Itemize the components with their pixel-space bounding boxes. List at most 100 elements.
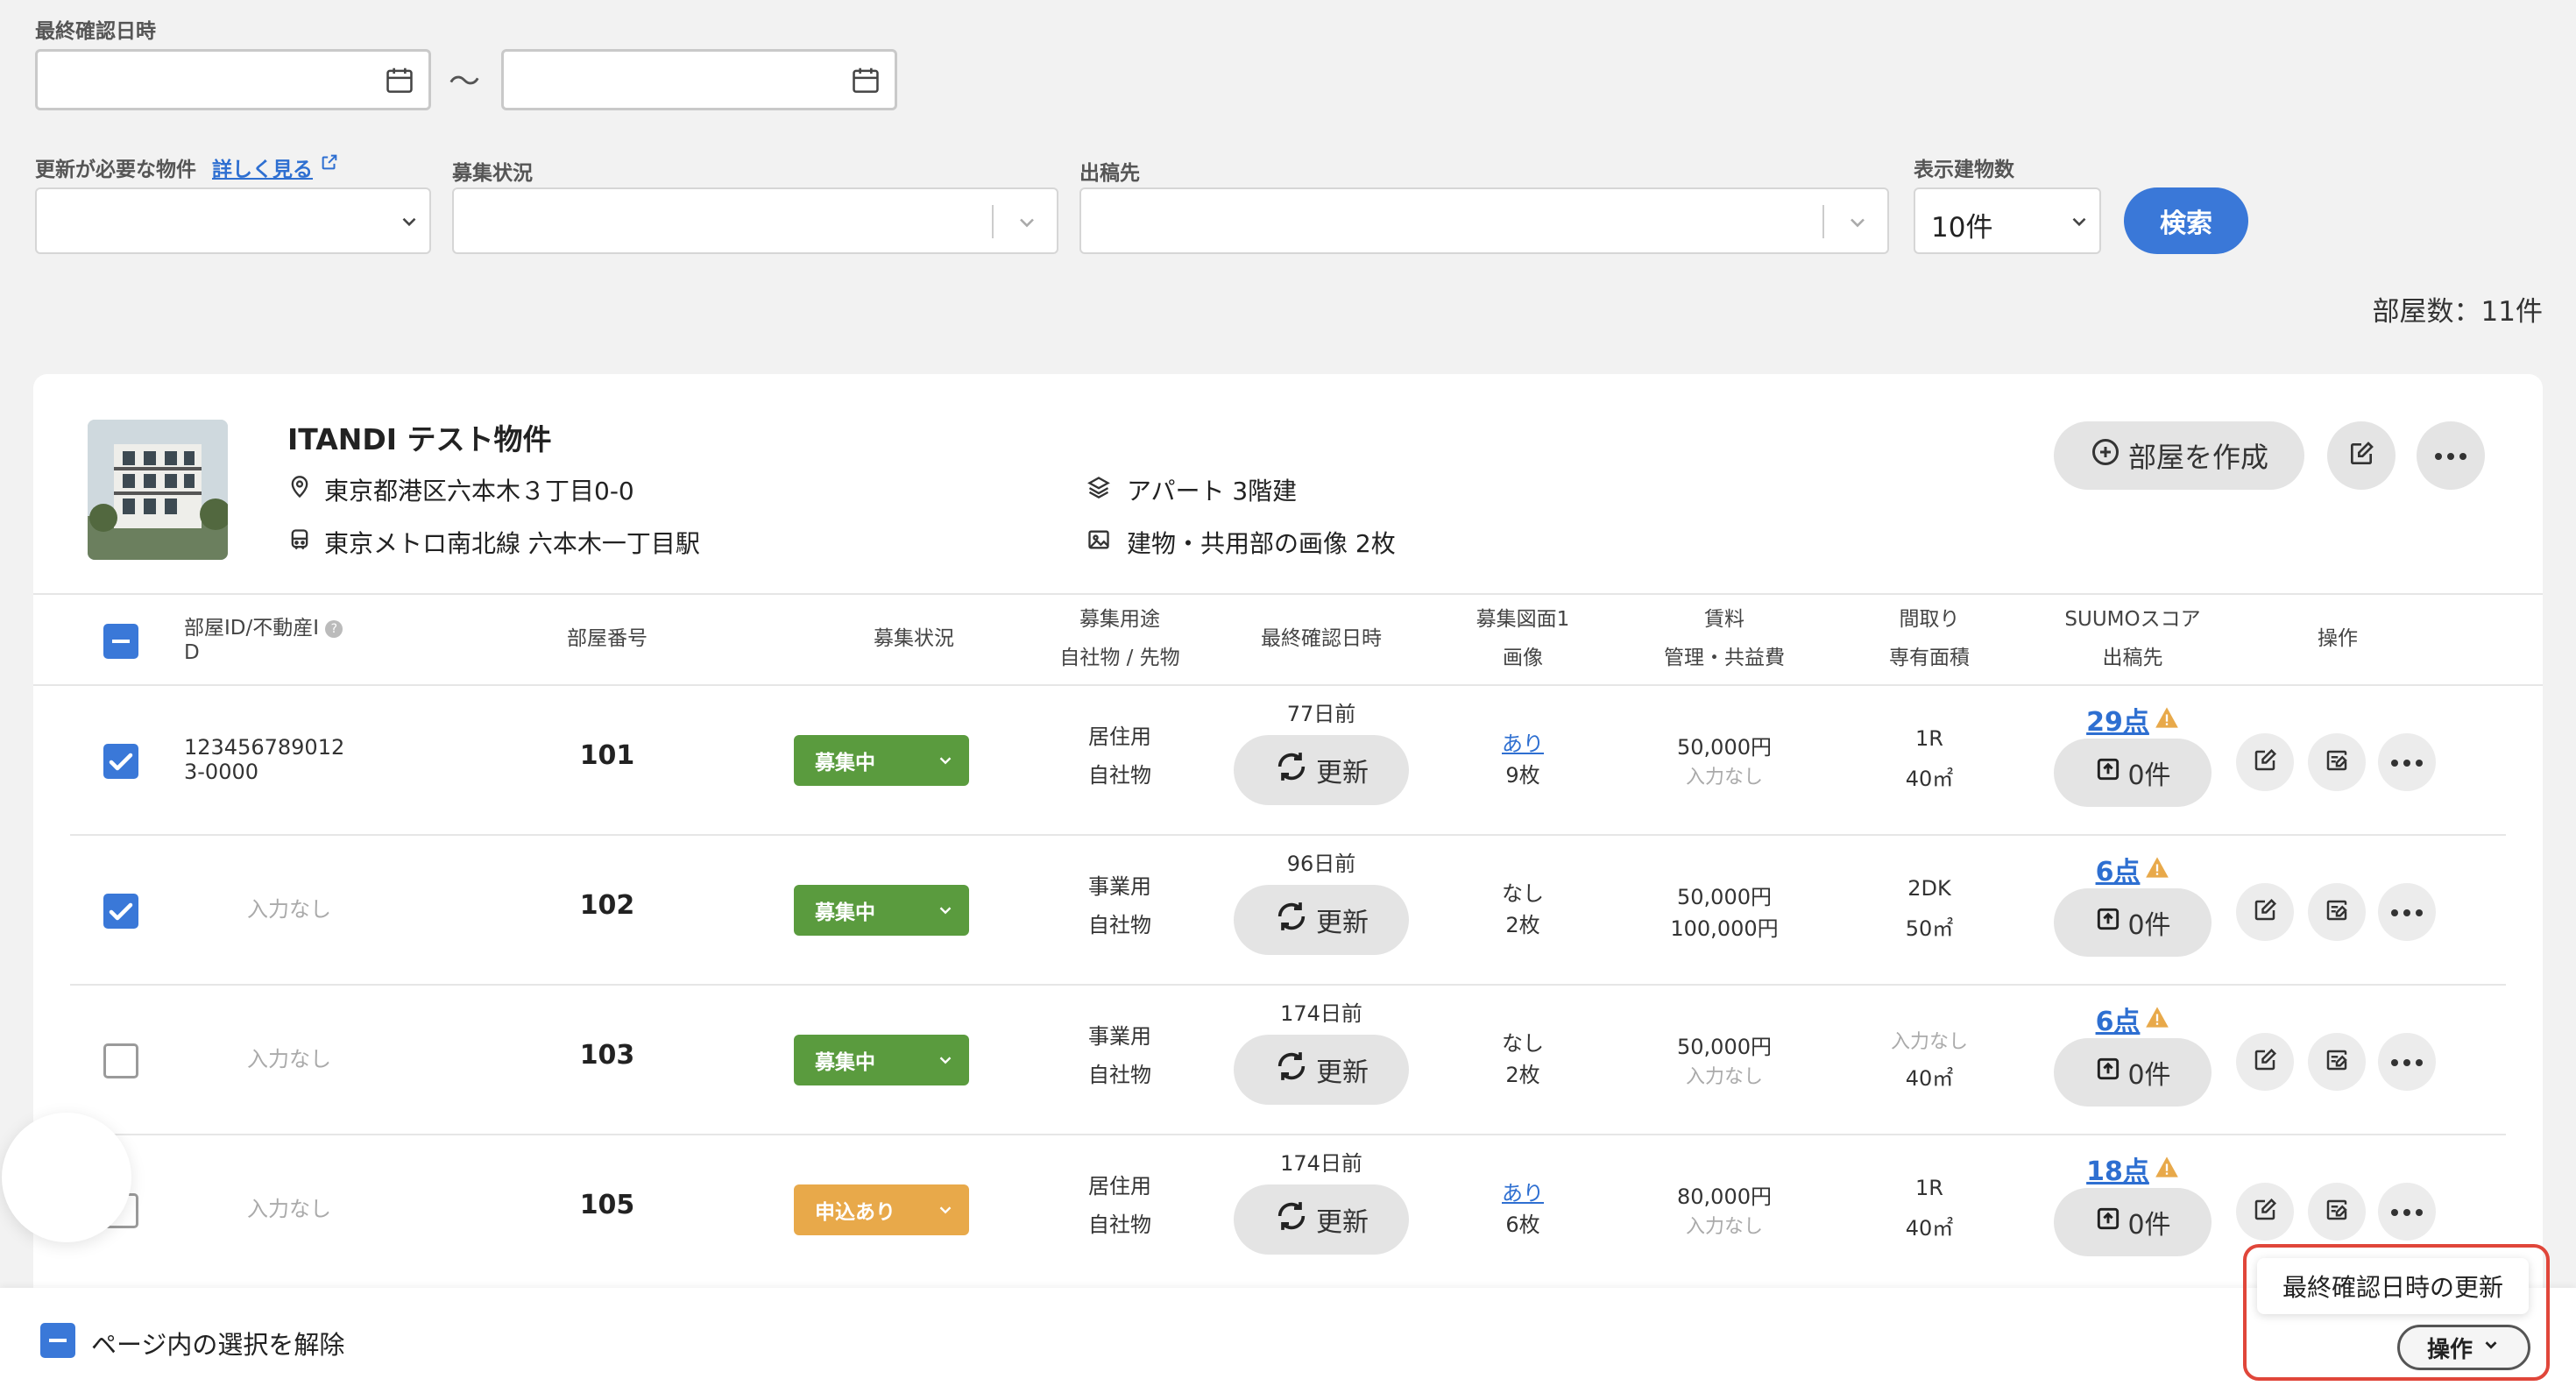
- row-edit-button[interactable]: [2236, 883, 2294, 941]
- property-type: アパート 3階建: [1127, 477, 1298, 506]
- room-id: 入力なし: [184, 1047, 394, 1071]
- chevron-down-icon: [936, 1050, 955, 1075]
- room-id-line1: 入力なし: [247, 897, 331, 922]
- status-badge[interactable]: 募集中: [794, 1035, 969, 1085]
- update-button[interactable]: 更新: [1234, 1184, 1409, 1255]
- row-more-button[interactable]: [2378, 733, 2436, 791]
- calendar-icon[interactable]: [383, 64, 416, 97]
- header-room-id: 部屋ID/不動産I ? D: [184, 616, 394, 665]
- row-checkbox[interactable]: [103, 744, 138, 779]
- publish-count-button[interactable]: 0件: [2054, 1038, 2212, 1107]
- ownership: 自社物: [1088, 1063, 1151, 1087]
- purpose: 事業用: [1088, 874, 1151, 899]
- publish-count-button[interactable]: 0件: [2054, 739, 2212, 807]
- row-edit-button[interactable]: [2236, 1183, 2294, 1241]
- ownership: 自社物: [1088, 1213, 1151, 1237]
- display-count-select[interactable]: 10件: [1914, 187, 2101, 254]
- date-from-input[interactable]: [35, 49, 431, 110]
- more-dots-icon: [2390, 904, 2424, 921]
- row-memo-button[interactable]: [2308, 733, 2366, 791]
- recruit-status-select[interactable]: [452, 187, 1058, 254]
- floorplan-status[interactable]: あり: [1418, 726, 1628, 757]
- image-icon: [1086, 527, 1111, 558]
- last-confirmed-label: 最終確認日時: [35, 20, 156, 43]
- image-count: 2枚: [1505, 1063, 1540, 1087]
- status-badge[interactable]: 募集中: [794, 735, 969, 786]
- property-type-row: アパート 3階建: [1086, 472, 1297, 507]
- search-button[interactable]: 検索: [2124, 187, 2248, 254]
- row-more-button[interactable]: [2378, 1183, 2436, 1241]
- menu-item-update-last-confirmed[interactable]: 最終確認日時の更新: [2257, 1258, 2529, 1314]
- property-images: 建物・共用部の画像 2枚: [1127, 529, 1396, 558]
- needs-update-select[interactable]: [35, 187, 431, 254]
- deselect-label[interactable]: ページ内の選択を解除: [91, 1325, 344, 1361]
- row-memo-button[interactable]: [2308, 1033, 2366, 1091]
- deselect-checkbox[interactable]: [40, 1323, 75, 1358]
- suumo-score-link[interactable]: 6点: [2096, 1000, 2141, 1038]
- floor-area: 40㎡: [1905, 767, 1954, 791]
- property-name: ITANDI テスト物件: [287, 422, 552, 456]
- update-button[interactable]: 更新: [1234, 735, 1409, 805]
- calendar-icon[interactable]: [849, 64, 882, 97]
- row-memo-button[interactable]: [2308, 1183, 2366, 1241]
- publish-count-button[interactable]: 0件: [2054, 1188, 2212, 1256]
- edit-property-button[interactable]: [2327, 421, 2396, 490]
- status-badge[interactable]: 申込あり: [794, 1184, 969, 1235]
- memo-edit-icon: [2324, 747, 2350, 777]
- publish-select[interactable]: [1079, 187, 1889, 254]
- chevron-down-icon: [2068, 210, 2091, 237]
- property-more-button[interactable]: [2417, 421, 2485, 490]
- table-row: 入力なし 102 募集中 事業用 自社物 96日前 更新 なし 2枚 50,000円 100,000…: [33, 836, 2543, 986]
- days-since-confirmed: 174日前: [1280, 1001, 1362, 1026]
- row-more-button[interactable]: [2378, 1033, 2436, 1091]
- suumo-score-link[interactable]: 29点: [2086, 700, 2149, 739]
- suumo-score-link[interactable]: 18点: [2086, 1149, 2149, 1188]
- publish-count-button[interactable]: 0件: [2054, 888, 2212, 957]
- select-all-checkbox[interactable]: [103, 624, 138, 659]
- suumo-score-link[interactable]: 6点: [2096, 850, 2141, 888]
- edit-icon: [2252, 1197, 2278, 1227]
- update-button[interactable]: 更新: [1234, 1035, 1409, 1105]
- room-count: 部屋数：11件: [2372, 296, 2543, 328]
- create-room-button[interactable]: 部屋を作成: [2054, 421, 2304, 490]
- suumo-score: 29点: [2024, 700, 2241, 739]
- room-id: 入力なし: [184, 1197, 394, 1221]
- property-station: 東京メトロ南北線 六本木一丁目駅: [324, 529, 700, 558]
- ops-dropdown-button[interactable]: 操作: [2397, 1325, 2530, 1370]
- memo-edit-icon: [2324, 897, 2350, 927]
- status-badge[interactable]: 募集中: [794, 885, 969, 936]
- room-id-line1: 入力なし: [247, 1047, 331, 1071]
- date-range-separator: 〜: [449, 64, 481, 100]
- row-checkbox[interactable]: [103, 894, 138, 929]
- row-edit-button[interactable]: [2236, 733, 2294, 791]
- chevron-down-icon: [936, 751, 955, 775]
- update-button[interactable]: 更新: [1234, 885, 1409, 955]
- upload-icon: [2094, 905, 2122, 940]
- management-fee: 100,000円: [1670, 916, 1779, 941]
- row-checkbox[interactable]: [103, 1043, 138, 1078]
- help-icon[interactable]: ?: [325, 619, 343, 638]
- header-rent-2: 管理・共益費: [1664, 647, 1785, 669]
- warning-icon: [2155, 706, 2179, 732]
- status-label: 申込あり: [815, 1201, 895, 1224]
- image-count: 9枚: [1505, 763, 1540, 788]
- row-more-button[interactable]: [2378, 883, 2436, 941]
- details-link[interactable]: 詳しく見る: [212, 159, 313, 181]
- date-to-input[interactable]: [501, 49, 897, 110]
- header-room-number: 部屋番号: [567, 627, 648, 650]
- management-fee: 入力なし: [1685, 1216, 1763, 1238]
- row-edit-button[interactable]: [2236, 1033, 2294, 1091]
- management-fee: 入力なし: [1685, 767, 1763, 788]
- location-pin-icon: [287, 475, 312, 506]
- suumo-score: 18点: [2024, 1149, 2241, 1188]
- floorplan-status[interactable]: あり: [1418, 1176, 1628, 1206]
- floating-chat-bubble[interactable]: [2, 1113, 131, 1242]
- floor-area: 40㎡: [1905, 1066, 1954, 1091]
- table-row: 123456789012 3-0000 101 募集中 居住用 自社物 77日前 更新 あり 9枚…: [33, 686, 2543, 836]
- row-memo-button[interactable]: [2308, 883, 2366, 941]
- external-link-icon[interactable]: [320, 152, 339, 177]
- room-id: 123456789012 3-0000: [184, 735, 394, 784]
- memo-edit-icon: [2324, 1047, 2350, 1077]
- table-row: 入力なし 105 申込あり 居住用 自社物 174日前 更新 あり 6枚 80,000円 入力なし 1…: [33, 1135, 2543, 1285]
- management-fee: 入力なし: [1685, 1066, 1763, 1088]
